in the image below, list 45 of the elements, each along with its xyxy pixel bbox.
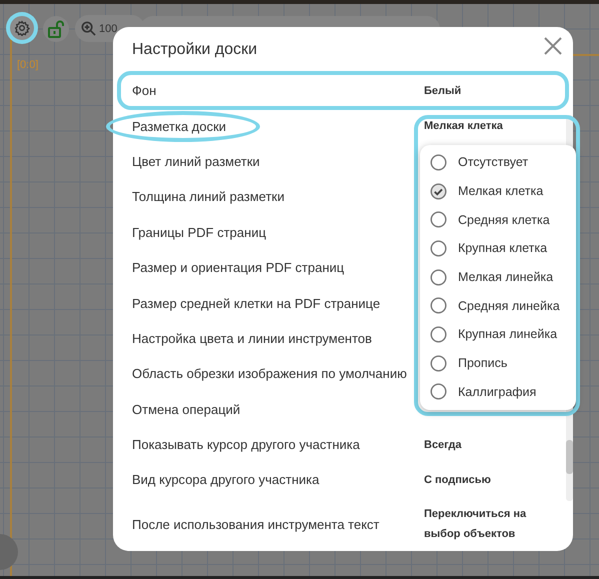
menu-option[interactable]: Крупная линейка — [420, 320, 576, 349]
scrollbar-thumb[interactable] — [566, 440, 573, 474]
radio-icon[interactable] — [430, 297, 447, 314]
setting-label: Фон — [132, 83, 156, 98]
setting-value: С подписью — [424, 472, 492, 488]
setting-value: Мелкая клетка — [424, 119, 504, 134]
checked-radio-icon[interactable] — [430, 182, 447, 200]
radio-icon[interactable] — [430, 154, 447, 171]
highlighted-setting-row[interactable]: Фон Белый — [119, 73, 567, 108]
radio-icon[interactable] — [430, 383, 447, 400]
setting-label: После использования инструмента текст — [132, 516, 380, 532]
setting-label: Отмена операций — [132, 402, 240, 417]
menu-option[interactable]: Каллиграфия — [420, 378, 576, 406]
unlocked-padlock-icon — [48, 20, 64, 38]
setting-value: Переключиться на выбор объектов — [424, 507, 528, 542]
radio-icon[interactable] — [430, 268, 447, 286]
zoom-in-icon — [81, 21, 96, 36]
menu-option[interactable]: Мелкая клетка — [420, 176, 576, 206]
gear-icon — [14, 20, 30, 36]
menu-option[interactable]: Отсутствует — [420, 148, 576, 177]
setting-label: Настройка цвета и линии инструментов — [132, 330, 372, 346]
setting-label: Область обрезки изображения по умолчанию — [132, 366, 407, 382]
radio-icon[interactable] — [430, 211, 447, 228]
setting-label: Разметка доски — [132, 118, 226, 134]
menu-option[interactable]: Средняя клетка — [420, 205, 576, 234]
setting-label: Цвет линий разметки — [132, 154, 260, 169]
coordinate-label: [0:0] — [17, 59, 38, 71]
dialog-title: Настройки доски — [132, 41, 258, 59]
setting-label: Размер и ориентация PDF страниц — [132, 260, 344, 276]
menu-option[interactable]: Мелкая линейка — [420, 262, 576, 292]
close-icon[interactable] — [543, 36, 563, 56]
menu-option[interactable]: Средняя линейка — [420, 291, 576, 320]
setting-value: Белый — [424, 84, 462, 99]
setting-label: Размер средней клетки на PDF странице — [132, 296, 380, 311]
setting-label: Толщина линий разметки — [132, 189, 285, 204]
setting-label: Показывать курсор другого участника — [132, 437, 360, 452]
radio-icon[interactable] — [430, 326, 447, 343]
menu-option[interactable]: Крупная клетка — [420, 234, 576, 263]
setting-value: Всегда — [424, 438, 462, 453]
radio-icon[interactable] — [430, 354, 447, 372]
settings-button[interactable] — [10, 16, 34, 40]
radio-icon[interactable] — [430, 240, 447, 257]
setting-label: Вид курсора другого участника — [132, 472, 320, 488]
menu-option[interactable]: Пропись — [420, 348, 576, 378]
setting-label: Границы PDF страниц — [132, 224, 266, 240]
